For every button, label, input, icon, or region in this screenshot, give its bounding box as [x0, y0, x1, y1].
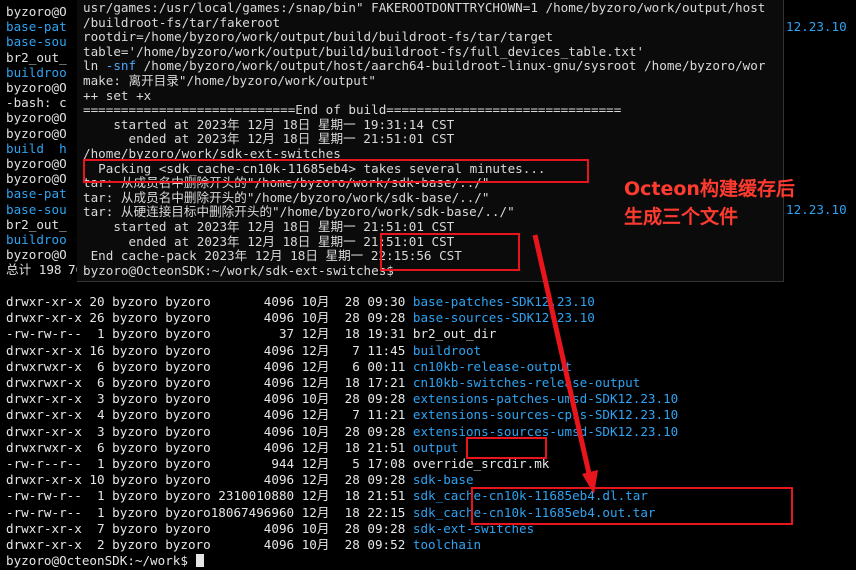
annotation-line-2: 生成三个文件: [624, 206, 739, 228]
annotation-arrow: [532, 234, 598, 494]
annotation-text: Octeon构建缓存后 生成三个文件: [624, 175, 795, 231]
terminal-window[interactable]: byzoro@O base-pat base-sou br2_out_ buildroo…: [0, 0, 856, 570]
annotation-line-1: Octeon构建缓存后: [624, 178, 795, 200]
